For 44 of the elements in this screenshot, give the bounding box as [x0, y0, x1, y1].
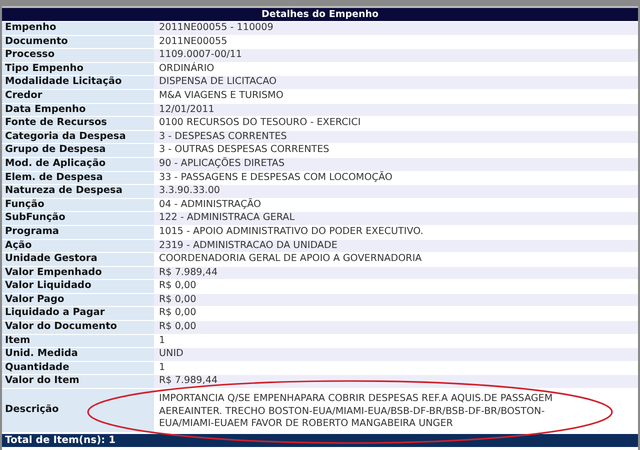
field-label: Credor — [2, 90, 154, 103]
field-label: Natureza de Despesa — [2, 185, 154, 198]
field-value: 1109.0007-00/11 — [154, 49, 638, 62]
field-value: 3.3.90.33.00 — [154, 185, 638, 198]
field-value: R$ 0,00 — [154, 321, 638, 334]
total-items-bar: Total de Item(ns): 1 — [2, 434, 638, 447]
field-label: Elem. de Despesa — [2, 172, 154, 184]
field-label: Tipo Empenho — [2, 62, 154, 76]
field-value: R$ 0,00 — [154, 294, 638, 306]
field-label: Programa — [2, 226, 154, 238]
field-label: Processo — [2, 49, 154, 62]
field-label: Função — [2, 198, 154, 212]
field-label: Modalidade Licitação — [2, 76, 154, 89]
field-label: Categoria da Despesa — [2, 130, 154, 144]
field-label: Valor do Documento — [2, 321, 154, 334]
field-label: Fonte de Recursos — [2, 117, 154, 130]
field-label: Documento — [2, 36, 154, 48]
field-value: 12/01/2011 — [154, 104, 638, 116]
field-value: DISPENSA DE LICITACAO — [154, 76, 638, 89]
field-value: R$ 7.989,44 — [154, 375, 638, 388]
field-label: Unidade Gestora — [2, 253, 154, 266]
field-label: Quantidade — [2, 362, 154, 374]
field-label: Valor Liquidado — [2, 280, 154, 293]
field-label: SubFunção — [2, 212, 154, 225]
field-label: Empenho — [2, 22, 154, 35]
field-value: 122 - ADMINISTRACA GERAL — [154, 212, 638, 225]
field-value: 90 - APLICAÇÕES DIRETAS — [154, 158, 638, 171]
field-label: Item — [2, 334, 154, 348]
field-label: Valor do Item — [2, 375, 154, 388]
field-label: Descrição — [2, 389, 154, 432]
field-label: Valor Empenhado — [2, 266, 154, 280]
field-label: Valor Pago — [2, 294, 154, 306]
field-value: 3 - DESPESAS CORRENTES — [154, 130, 638, 144]
panel-title: Detalhes do Empenho — [2, 6, 638, 21]
field-label: Liquidado a Pagar — [2, 307, 154, 320]
field-value: UNID — [154, 348, 638, 361]
field-label: Grupo de Despesa — [2, 144, 154, 157]
field-label: Data Empenho — [2, 104, 154, 116]
field-label: Ação — [2, 240, 154, 252]
field-label: Mod. de Aplicação — [2, 158, 154, 171]
field-value: 2011NE00055 - 110009 — [154, 22, 638, 35]
field-label: Unid. Medida — [2, 348, 154, 361]
field-value: R$ 7.989,44 — [154, 266, 638, 280]
field-value: 2319 - ADMINISTRACAO DA UNIDADE — [154, 240, 638, 252]
